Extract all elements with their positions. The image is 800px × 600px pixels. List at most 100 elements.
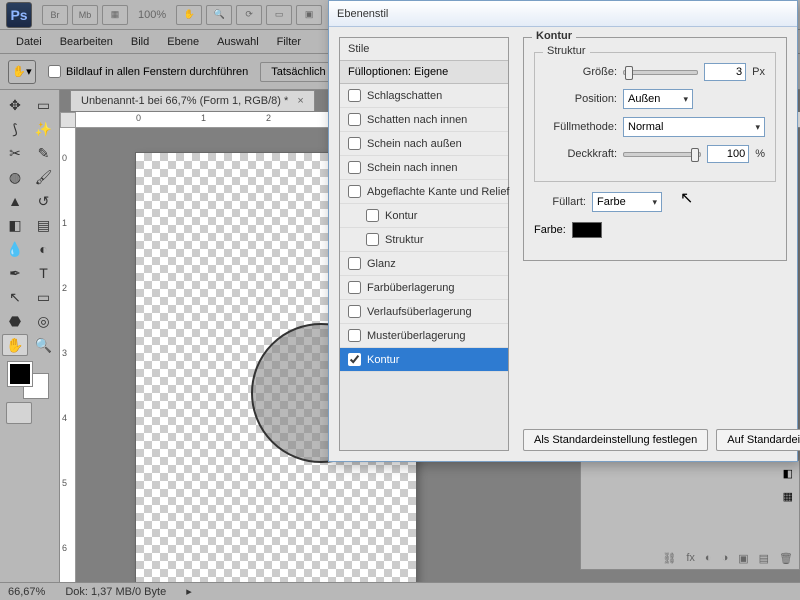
zoom-tool-icon[interactable]: 🔍: [31, 334, 57, 356]
style-checkbox[interactable]: [348, 329, 361, 342]
style-drop-shadow[interactable]: Schlagschatten: [340, 84, 508, 108]
bridge-icon[interactable]: Br: [42, 5, 68, 25]
history-brush-icon[interactable]: ↺: [31, 190, 57, 212]
status-arrow-icon[interactable]: ▸: [186, 585, 192, 598]
path-select-icon[interactable]: ↖: [2, 286, 28, 308]
dodge-tool-icon[interactable]: ◐: [31, 238, 57, 260]
menu-datei[interactable]: Datei: [8, 33, 50, 51]
color-swatches[interactable]: [8, 362, 48, 398]
style-pattern-overlay[interactable]: Musterüberlagerung: [340, 324, 508, 348]
marquee-tool-icon[interactable]: ▭: [31, 94, 57, 116]
eyedropper-tool-icon[interactable]: ✎: [31, 142, 57, 164]
style-color-overlay[interactable]: Farbüberlagerung: [340, 276, 508, 300]
opacity-slider[interactable]: [623, 152, 701, 157]
menu-filter[interactable]: Filter: [269, 33, 309, 51]
style-checkbox[interactable]: [348, 137, 361, 150]
style-stroke[interactable]: Kontur: [340, 348, 508, 372]
view-extras-icon[interactable]: ▦: [102, 5, 128, 25]
shape-tool-icon[interactable]: ▭: [31, 286, 57, 308]
screenmode-icon[interactable]: ▣: [296, 5, 322, 25]
hand-tool-icon[interactable]: ✋: [2, 334, 28, 356]
style-checkbox[interactable]: [348, 305, 361, 318]
style-bevel-texture[interactable]: Struktur: [340, 228, 508, 252]
style-bevel[interactable]: Abgeflachte Kante und Relief: [340, 180, 508, 204]
size-input[interactable]: [704, 63, 746, 81]
wand-tool-icon[interactable]: ✨: [31, 118, 57, 140]
styles-header[interactable]: Stile: [340, 38, 508, 61]
adjustment-icon[interactable]: ◑: [722, 552, 729, 565]
dialog-titlebar[interactable]: Ebenenstil: [329, 1, 797, 27]
zoom-shortcut-icon[interactable]: 🔍: [206, 5, 232, 25]
scroll-all-windows-checkbox[interactable]: Bildlauf in allen Fenstern durchführen: [48, 65, 248, 78]
style-bevel-contour[interactable]: Kontur: [340, 204, 508, 228]
zoom-level[interactable]: 100%: [138, 9, 166, 21]
foreground-color-swatch[interactable]: [8, 362, 32, 386]
panel-icon[interactable]: ◧: [783, 467, 793, 480]
quickmask-icon[interactable]: [6, 402, 32, 424]
folder-icon[interactable]: ▣: [738, 552, 748, 565]
menu-bearbeiten[interactable]: Bearbeiten: [52, 33, 121, 51]
style-checkbox[interactable]: [366, 209, 379, 222]
style-checkbox[interactable]: [348, 281, 361, 294]
mask-icon[interactable]: ◐: [705, 552, 712, 565]
menu-bild[interactable]: Bild: [123, 33, 157, 51]
3d-tool-icon[interactable]: ⬣: [2, 310, 28, 332]
position-select[interactable]: Außen: [623, 89, 693, 109]
crop-tool-icon[interactable]: ✂: [2, 142, 28, 164]
fx-icon[interactable]: fx: [686, 552, 695, 565]
scroll-all-checkbox-input[interactable]: [48, 65, 61, 78]
opacity-label: Deckkraft:: [545, 148, 617, 160]
filltype-select[interactable]: Farbe: [592, 192, 662, 212]
style-checkbox[interactable]: [366, 233, 379, 246]
new-layer-icon[interactable]: ▤: [759, 552, 769, 565]
close-icon[interactable]: ×: [297, 95, 303, 107]
blur-tool-icon[interactable]: 💧: [2, 238, 28, 260]
move-tool-icon[interactable]: ✥: [2, 94, 28, 116]
status-zoom[interactable]: 66,67%: [8, 586, 45, 598]
style-checkbox[interactable]: [348, 89, 361, 102]
link-icon[interactable]: ⛓: [662, 552, 676, 565]
blendmode-select[interactable]: Normal: [623, 117, 765, 137]
stroke-settings-panel: Kontur Struktur Größe: Px Position: Auße…: [523, 37, 787, 451]
style-inner-glow[interactable]: Schein nach innen: [340, 156, 508, 180]
size-slider[interactable]: [623, 70, 698, 75]
style-inner-shadow[interactable]: Schatten nach innen: [340, 108, 508, 132]
arrange-icon[interactable]: ▭: [266, 5, 292, 25]
style-checkbox[interactable]: [348, 185, 361, 198]
trash-icon[interactable]: 🗑: [779, 552, 793, 565]
style-checkbox[interactable]: [348, 161, 361, 174]
status-doc-info[interactable]: Dok: 1,37 MB/0 Byte: [65, 586, 166, 598]
opacity-unit: %: [755, 148, 765, 160]
style-checkbox[interactable]: [348, 113, 361, 126]
panel-icon[interactable]: ▦: [783, 490, 793, 503]
reset-default-button[interactable]: Auf Standardeins: [716, 429, 800, 451]
style-checkbox[interactable]: [348, 353, 361, 366]
pen-tool-icon[interactable]: ✒: [2, 262, 28, 284]
eraser-tool-icon[interactable]: ◧: [2, 214, 28, 236]
lasso-tool-icon[interactable]: ⟆: [2, 118, 28, 140]
make-default-button[interactable]: Als Standardeinstellung festlegen: [523, 429, 708, 451]
style-outer-glow[interactable]: Schein nach außen: [340, 132, 508, 156]
opacity-input[interactable]: [707, 145, 749, 163]
ruler-origin[interactable]: [60, 112, 76, 128]
stroke-color-swatch[interactable]: [572, 222, 602, 238]
brush-tool-icon[interactable]: 🖌: [31, 166, 57, 188]
3d-camera-icon[interactable]: ◎: [31, 310, 57, 332]
hand-tool-preset[interactable]: ✋▾: [8, 60, 36, 84]
healing-tool-icon[interactable]: ◍: [2, 166, 28, 188]
menu-ebene[interactable]: Ebene: [159, 33, 207, 51]
document-tab[interactable]: Unbenannt-1 bei 66,7% (Form 1, RGB/8) * …: [70, 90, 315, 111]
minibridge-icon[interactable]: Mb: [72, 5, 98, 25]
style-gradient-overlay[interactable]: Verlaufsüberlagerung: [340, 300, 508, 324]
blending-options-row[interactable]: Fülloptionen: Eigene: [340, 61, 508, 84]
style-checkbox[interactable]: [348, 257, 361, 270]
rotate-shortcut-icon[interactable]: ⟳: [236, 5, 262, 25]
stamp-tool-icon[interactable]: ▲: [2, 190, 28, 212]
hand-shortcut-icon[interactable]: ✋: [176, 5, 202, 25]
type-tool-icon[interactable]: T: [31, 262, 57, 284]
gradient-tool-icon[interactable]: ▤: [31, 214, 57, 236]
ruler-v-tick: 1: [62, 218, 67, 228]
style-satin[interactable]: Glanz: [340, 252, 508, 276]
menu-auswahl[interactable]: Auswahl: [209, 33, 267, 51]
actual-pixels-button[interactable]: Tatsächlich: [260, 62, 336, 82]
